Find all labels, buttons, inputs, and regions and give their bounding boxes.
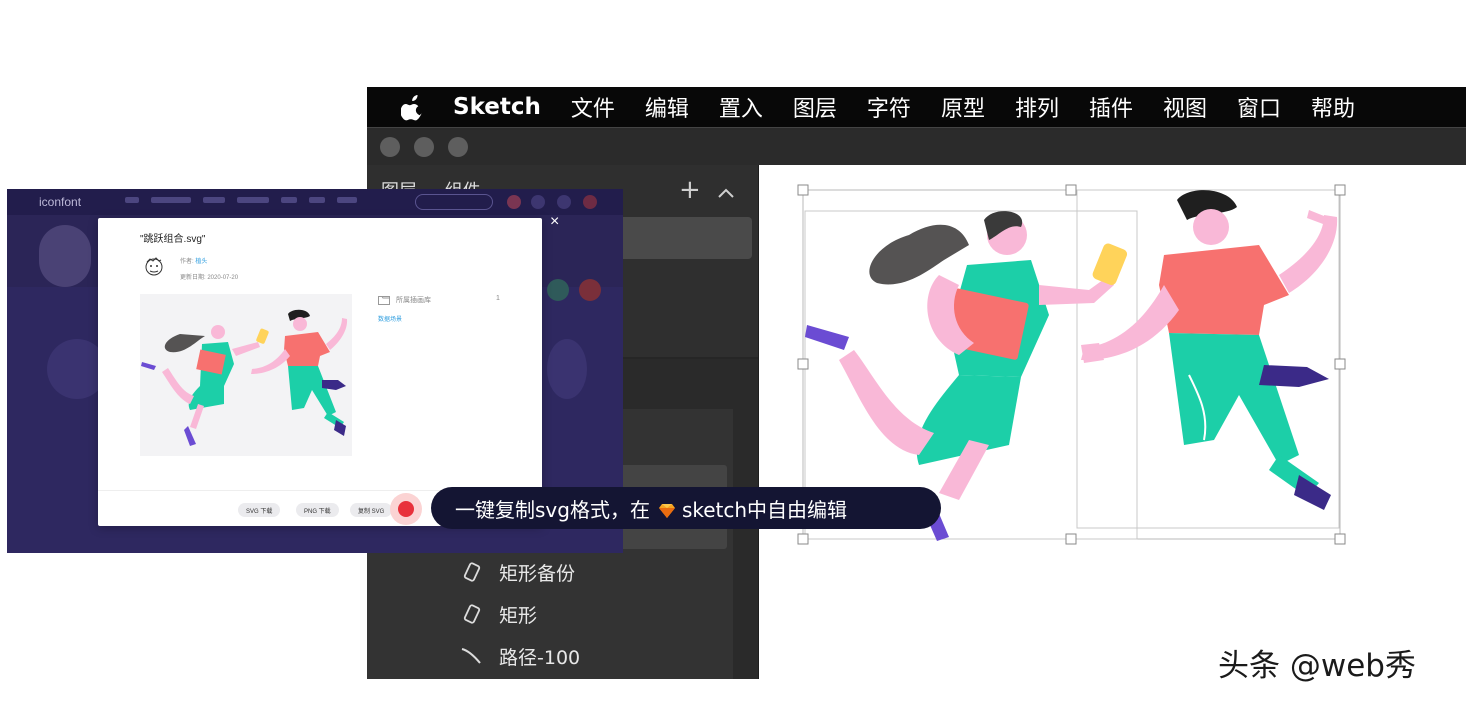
search-input[interactable]	[415, 194, 493, 210]
window-titlebar	[367, 127, 1466, 165]
upload-icon[interactable]	[531, 195, 545, 209]
library-label: 所属插画库	[396, 297, 431, 304]
plus-icon[interactable]: +	[679, 175, 701, 205]
layer-row[interactable]: 矩形备份	[459, 558, 575, 586]
layer-label: 矩形	[499, 604, 538, 627]
png-download-button[interactable]: PNG 下载	[296, 503, 339, 517]
copy-svg-button[interactable]: 复制 SVG	[350, 503, 393, 517]
scene-link[interactable]: 数据场景	[378, 314, 402, 323]
mascot-avatar	[39, 225, 91, 287]
menu-insert[interactable]: 置入	[719, 91, 763, 123]
notification-icon[interactable]	[583, 195, 597, 209]
menu-layer[interactable]: 图层	[793, 91, 837, 123]
folder-icon	[378, 296, 390, 305]
minimize-window-button[interactable]	[414, 137, 434, 157]
callout-text-start: 一键复制svg格式，在	[455, 497, 650, 522]
sketch-canvas[interactable]	[759, 165, 1466, 679]
nav-link[interactable]	[125, 197, 139, 203]
callout-text-end: sketch中自由编辑	[681, 497, 848, 522]
menu-view[interactable]: 视图	[1163, 91, 1207, 123]
date-line: 更新日期: 2020-07-20	[180, 272, 238, 281]
macos-menubar: Sketch 文件 编辑 置入 图层 字符 原型 排列 插件 视图 窗口 帮助	[367, 87, 1466, 127]
collect-icon[interactable]	[579, 279, 601, 301]
source-watermark: 头条 @web秀	[1218, 648, 1416, 684]
iconfont-navbar: iconfont	[7, 189, 623, 215]
layer-row[interactable]: 矩形	[459, 600, 537, 628]
library-row: 所属插画库	[378, 295, 431, 305]
date-value: 2020-07-20	[207, 275, 239, 281]
jumping-people-illustration[interactable]	[759, 165, 1466, 679]
nav-link[interactable]	[337, 197, 357, 203]
apple-icon[interactable]	[401, 93, 431, 121]
share-icon[interactable]	[547, 279, 569, 301]
nav-link[interactable]	[203, 197, 225, 203]
layer-row[interactable]: 路径-100	[459, 642, 580, 670]
cart-icon[interactable]	[557, 195, 571, 209]
nav-link[interactable]	[281, 197, 297, 203]
path-icon	[459, 644, 485, 668]
nav-link[interactable]	[237, 197, 269, 203]
menu-edit[interactable]: 编辑	[645, 91, 689, 123]
svg-preview	[140, 294, 352, 456]
layer-label: 路径-100	[499, 646, 581, 669]
close-window-button[interactable]	[380, 137, 400, 157]
rectangle-icon	[459, 602, 485, 626]
author-line: 作者: 植头	[180, 256, 207, 265]
click-indicator-dot	[398, 501, 414, 517]
modal-title: "跳跃组合.svg"	[140, 234, 206, 245]
screenshot-stage: Sketch 文件 编辑 置入 图层 字符 原型 排列 插件 视图 窗口 帮助 …	[0, 0, 1479, 702]
menu-app-sketch[interactable]: Sketch	[453, 94, 541, 120]
menu-help[interactable]: 帮助	[1311, 91, 1355, 123]
library-count: 1	[496, 295, 500, 302]
author-avatar-icon	[144, 256, 164, 278]
date-label: 更新日期:	[180, 275, 206, 281]
chevron-up-icon[interactable]	[717, 177, 735, 207]
zoom-window-button[interactable]	[448, 137, 468, 157]
nav-link[interactable]	[309, 197, 325, 203]
avatar[interactable]	[507, 195, 521, 209]
close-icon[interactable]: ×	[550, 214, 564, 230]
author-link[interactable]: 植头	[195, 259, 207, 265]
iconfont-logo[interactable]: iconfont	[39, 195, 81, 209]
svg-detail-modal: "跳跃组合.svg" 作者: 植头 更新日期: 2020-07-20 所属插画库…	[98, 218, 542, 526]
layer-label: 矩形备份	[499, 562, 576, 585]
feature-callout: 一键复制svg格式，在 sketch中自由编辑	[431, 487, 941, 529]
sketch-diamond-icon	[658, 500, 676, 518]
menu-plugins[interactable]: 插件	[1089, 91, 1133, 123]
rectangle-icon	[459, 560, 485, 584]
svg-download-button[interactable]: SVG 下载	[238, 503, 281, 517]
menu-arrange[interactable]: 排列	[1015, 91, 1059, 123]
menu-file[interactable]: 文件	[571, 91, 615, 123]
author-label: 作者:	[180, 259, 194, 265]
menu-window[interactable]: 窗口	[1237, 91, 1281, 123]
menu-text[interactable]: 字符	[867, 91, 911, 123]
menu-prototype[interactable]: 原型	[941, 91, 985, 123]
nav-link[interactable]	[151, 197, 191, 203]
layers-scrollbar[interactable]	[733, 409, 758, 679]
dim-illustration	[547, 339, 587, 399]
